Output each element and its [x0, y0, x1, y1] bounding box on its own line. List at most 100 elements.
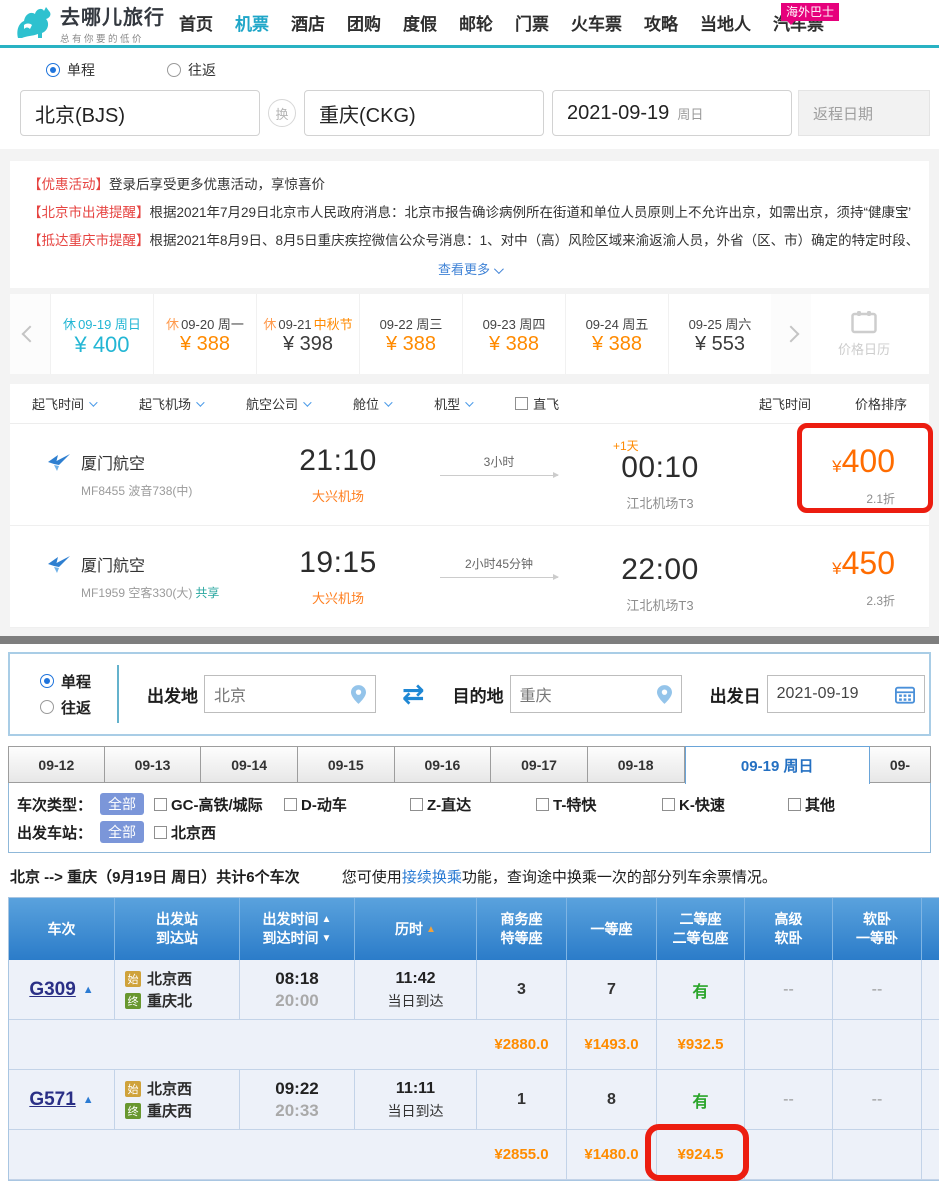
flight-price: ¥400 — [832, 443, 895, 480]
result-summary: 北京 --> 重庆（9月19日 周日）共计6个车次 您可使用接续换乘功能，查询途… — [8, 853, 931, 897]
nav-hotels[interactable]: 酒店 — [291, 10, 325, 35]
chevron-down-icon — [384, 398, 392, 406]
sort-by-price[interactable]: 价格排序 — [855, 394, 907, 413]
date-tab-0923[interactable]: 09-23 周四 ¥ 388 — [462, 294, 565, 374]
chevron-right-icon — [783, 326, 800, 343]
flight-row-mf8455[interactable]: 厦门航空 MF8455 波音738(中) 21:10 大兴机场 3小时 +1天 … — [10, 424, 929, 526]
train-tab-0912[interactable]: 09-12 — [8, 746, 105, 783]
type-d-checkbox[interactable]: D-动车 — [284, 794, 410, 815]
nav-train[interactable]: 火车票 — [571, 10, 622, 35]
origin-station: 北京西 — [147, 1078, 192, 1099]
type-gc-checkbox[interactable]: GC-高铁/城际 — [154, 794, 284, 815]
collapse-triangle-icon[interactable]: ▲ — [83, 984, 94, 996]
train-swap-button[interactable]: ⇄ — [402, 679, 425, 710]
second-class-price: ¥932.5 — [678, 1036, 724, 1053]
nav-tickets[interactable]: 门票 — [515, 10, 549, 35]
train-tab-0913[interactable]: 09-13 — [105, 746, 202, 783]
arrival-city-input[interactable]: 重庆(CKG) — [304, 90, 544, 136]
nav-flights[interactable]: 机票 — [235, 10, 269, 35]
nav-locals[interactable]: 当地人 — [700, 10, 751, 35]
train-number-link[interactable]: G309 — [29, 979, 75, 1001]
from-label: 出发地 — [147, 682, 198, 707]
checkbox-icon — [154, 826, 167, 839]
discount-label: 2.1折 — [832, 490, 895, 507]
depart-station-label: 出发车站： — [17, 822, 92, 843]
col-duration-sortable[interactable]: 历时▲ — [355, 898, 477, 960]
logo-title: 去哪儿旅行 — [60, 1, 165, 30]
filter-depart-airport[interactable]: 起飞机场 — [139, 394, 202, 413]
train-filter-panel: 车次类型： 全部 GC-高铁/城际 D-动车 Z-直达 T-特快 K-快速 其他… — [8, 782, 931, 853]
flight-code: MF1959 空客330(大) — [81, 586, 192, 600]
type-other-checkbox[interactable]: 其他 — [788, 794, 914, 815]
main-nav: 首页 机票 酒店 团购 度假 邮轮 门票 火车票 攻略 当地人 汽车票 — [179, 10, 846, 35]
next-dates-button[interactable] — [771, 294, 811, 374]
round-trip-radio[interactable]: 往返 — [167, 60, 216, 80]
nav-home[interactable]: 首页 — [179, 10, 213, 35]
nav-vacation[interactable]: 度假 — [403, 10, 437, 35]
one-way-radio[interactable]: 单程 — [46, 60, 95, 80]
date-tab-0924[interactable]: 09-24 周五 ¥ 388 — [565, 294, 668, 374]
date-tab-0922[interactable]: 09-22 周三 ¥ 388 — [359, 294, 462, 374]
type-z-checkbox[interactable]: Z-直达 — [410, 794, 536, 815]
direct-only-checkbox[interactable]: 直飞 — [515, 394, 559, 413]
filter-depart-time[interactable]: 起飞时间 — [32, 394, 95, 413]
date-tab-0925[interactable]: 09-25 周六 ¥ 553 — [668, 294, 771, 374]
train-tab-0917[interactable]: 09-17 — [491, 746, 588, 783]
sort-by-time[interactable]: 起飞时间 — [759, 394, 811, 413]
return-date-input[interactable]: 返程日期 — [798, 90, 930, 136]
vertical-divider — [117, 665, 119, 723]
arrive-time: 20:33 — [275, 1100, 318, 1122]
train-type-label: 车次类型： — [17, 794, 92, 815]
to-label: 目的地 — [453, 682, 504, 707]
arrive-day-note: 当日到达 — [388, 1100, 444, 1122]
train-tab-0914[interactable]: 09-14 — [201, 746, 298, 783]
train-tab-0915[interactable]: 09-15 — [298, 746, 395, 783]
transfer-link[interactable]: 接续换乘 — [402, 869, 462, 886]
notice-line: 【北京市出港提醒】根据2021年7月29日北京市人民政府消息：北京市报告确诊病例… — [28, 199, 911, 227]
train-one-way-radio[interactable]: 单程 — [40, 671, 91, 692]
business-price: ¥2880.0 — [494, 1036, 548, 1053]
train-tab-0916[interactable]: 09-16 — [395, 746, 492, 783]
second-class-seats: 有 — [692, 978, 708, 1002]
type-k-checkbox[interactable]: K-快速 — [662, 794, 788, 815]
date-tab-0920[interactable]: 休09-20 周一 ¥ 388 — [153, 294, 256, 374]
train-to-input[interactable]: 重庆 — [510, 675, 682, 713]
show-more-button[interactable]: 查看更多 — [28, 255, 911, 284]
train-tab-0918[interactable]: 09-18 — [588, 746, 685, 783]
qunar-logo[interactable]: 去哪儿旅行 总有你要的低价 — [12, 1, 165, 45]
filter-airline[interactable]: 航空公司 — [246, 394, 309, 413]
station-all-button[interactable]: 全部 — [100, 821, 144, 843]
departure-city-input[interactable]: 北京(BJS) — [20, 90, 260, 136]
train-round-trip-radio[interactable]: 往返 — [40, 697, 91, 718]
depart-date-input[interactable]: 2021-09-19 周日 — [552, 90, 792, 136]
arrival-time: 00:10 — [585, 451, 735, 485]
filter-cabin[interactable]: 舱位 — [353, 394, 390, 413]
swap-cities-button[interactable]: 换 — [268, 99, 296, 127]
prev-dates-button[interactable] — [10, 294, 50, 374]
origin-badge: 始 — [125, 1081, 141, 1097]
collapse-triangle-icon[interactable]: ▲ — [83, 1094, 94, 1106]
filter-aircraft[interactable]: 机型 — [434, 394, 471, 413]
sort-desc-icon: ▼ — [322, 929, 332, 948]
train-from-input[interactable]: 北京 — [204, 675, 376, 713]
flight-row-mf1959[interactable]: 厦门航空 MF1959 空客330(大)共享 19:15 大兴机场 2小时45分… — [10, 526, 929, 628]
station-beijingxi-checkbox[interactable]: 北京西 — [154, 822, 280, 843]
overseas-bus-badge: 海外巴士 — [781, 3, 839, 21]
date-price-strip: 休09-19 周日 ¥ 400 休09-20 周一 ¥ 388 休09-21中秋… — [10, 294, 929, 374]
train-date-input[interactable]: 2021-09-19 — [767, 675, 925, 713]
nav-deals[interactable]: 团购 — [347, 10, 381, 35]
calendar-icon — [851, 310, 877, 334]
price-calendar-button[interactable]: 价格日历 — [817, 294, 911, 374]
train-tab-0919-selected[interactable]: 09-19 周日 — [685, 746, 870, 784]
flight-search-form: 单程 往返 北京(BJS) 换 重庆(CKG) 2021-09-19 周日 返程… — [0, 48, 939, 149]
nav-cruise[interactable]: 邮轮 — [459, 10, 493, 35]
nav-guides[interactable]: 攻略 — [644, 10, 678, 35]
date-tab-0921[interactable]: 休09-21中秋节 ¥ 398 — [256, 294, 359, 374]
date-tab-0919[interactable]: 休09-19 周日 ¥ 400 — [50, 294, 153, 374]
col-times-sortable[interactable]: 出发时间▲ 到达时间▼ — [240, 898, 355, 960]
train-number-link[interactable]: G571 — [29, 1089, 75, 1111]
first-class-seats: 8 — [607, 1091, 616, 1109]
type-t-checkbox[interactable]: T-特快 — [536, 794, 662, 815]
train-tab-overflow[interactable]: 09- — [870, 746, 931, 783]
type-all-button[interactable]: 全部 — [100, 793, 144, 815]
